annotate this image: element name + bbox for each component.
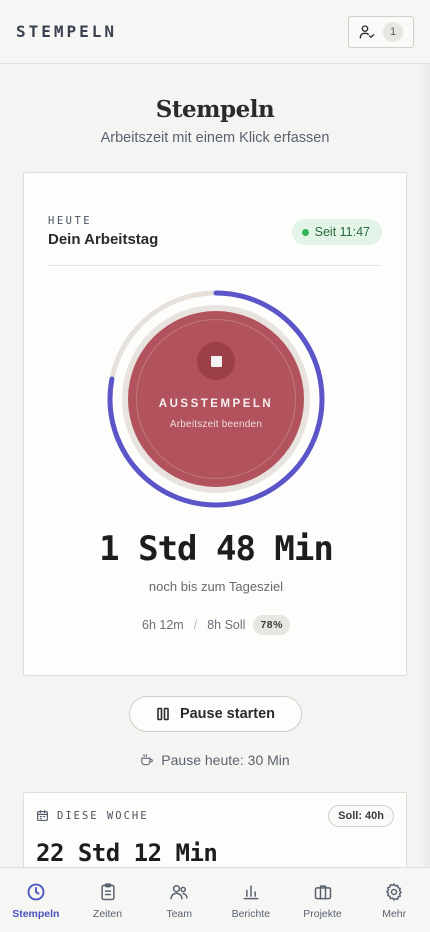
- progress-ring: AUSSTEMPELN Arbeitszeit beenden: [106, 289, 326, 509]
- target-time: 8h Soll: [207, 618, 246, 632]
- nav-label: Zeiten: [92, 908, 123, 920]
- pause-info-text: Pause heute: 30 Min: [161, 752, 290, 768]
- clock-out-inner-ring: [136, 319, 296, 479]
- nav-label: Mehr: [382, 908, 407, 920]
- bar-chart-icon: [243, 885, 259, 900]
- card-divider: [48, 265, 382, 266]
- briefcase-icon: [314, 885, 331, 900]
- pause-info: Pause heute: 30 Min: [0, 752, 430, 768]
- percent-badge: 78%: [253, 615, 290, 635]
- nav-item-zeiten[interactable]: Zeiten: [72, 868, 144, 932]
- nav-item-mehr[interactable]: Mehr: [358, 868, 430, 932]
- week-label: DIESE WOCHE: [57, 809, 149, 822]
- coffee-icon: [141, 754, 154, 766]
- nav-item-projekte[interactable]: Projekte: [287, 868, 359, 932]
- page-title: Stempeln: [155, 96, 275, 123]
- separator: /: [193, 618, 198, 632]
- week-label-row: DIESE WOCHE: [36, 809, 149, 822]
- start-pause-label: Pause starten: [179, 706, 276, 722]
- brand-title: STEMPELN: [16, 22, 118, 41]
- team-online-button[interactable]: 1: [348, 15, 414, 48]
- clipboard-icon: [100, 883, 115, 901]
- nav-item-team[interactable]: Team: [143, 868, 215, 932]
- nav-label: Projekte: [303, 908, 342, 920]
- pause-icon: [157, 707, 169, 721]
- bottom-nav: Stempeln Zeiten Team Berichte Projekte M…: [0, 867, 430, 932]
- remaining-time: 1 Std 48 Min: [99, 529, 334, 569]
- since-badge: Seit 11:47: [291, 219, 382, 245]
- nav-label: Berichte: [231, 908, 271, 920]
- gear-icon: [386, 883, 403, 901]
- clock-out-button[interactable]: AUSSTEMPELN Arbeitszeit beenden: [128, 311, 304, 487]
- team-count-badge: 1: [383, 21, 403, 42]
- edge-shade: [420, 64, 430, 867]
- remaining-caption: noch bis zum Tagesziel: [148, 579, 284, 594]
- status-dot-icon: [301, 228, 309, 236]
- since-text: Seit 11:47: [314, 225, 370, 239]
- nav-item-berichte[interactable]: Berichte: [215, 868, 287, 932]
- progress-summary: 6h 12m / 8h Soll 78%: [24, 615, 408, 635]
- start-pause-button[interactable]: Pause starten: [129, 696, 302, 732]
- nav-label: Stempeln: [12, 908, 60, 920]
- day-title: Dein Arbeitstag: [48, 231, 159, 248]
- calendar-icon: [37, 810, 48, 821]
- today-label: HEUTE: [48, 215, 93, 227]
- week-soll-badge: Soll: 40h: [328, 805, 394, 827]
- users-icon: [170, 885, 188, 900]
- today-card: HEUTE Dein Arbeitstag Seit 11:47 AUSSTEM…: [23, 172, 407, 676]
- worked-time: 6h 12m: [142, 618, 184, 632]
- page-subtitle: Arbeitszeit mit einem Klick erfassen: [100, 130, 330, 146]
- week-total: 22 Std 12 Min: [36, 839, 218, 867]
- clock-icon: [27, 883, 45, 901]
- nav-item-stempeln[interactable]: Stempeln: [0, 868, 72, 932]
- nav-label: Team: [166, 908, 193, 920]
- user-check-icon: [359, 24, 375, 39]
- app-header: STEMPELN 1: [0, 0, 430, 64]
